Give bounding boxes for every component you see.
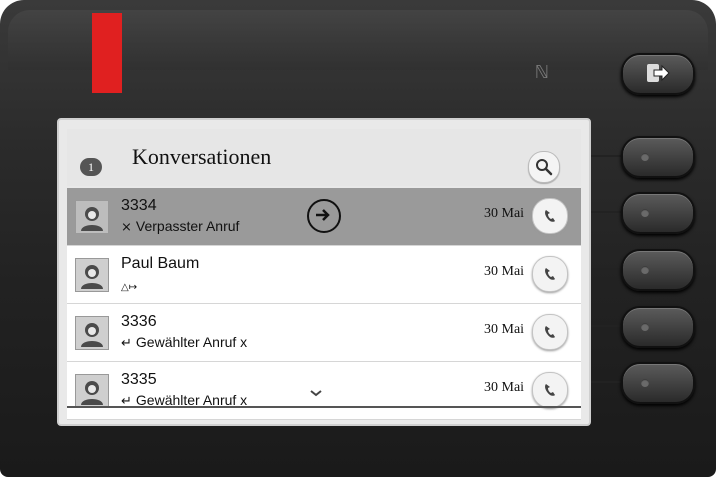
contact-name: Paul Baum	[121, 255, 200, 272]
softkey-1[interactable]	[621, 136, 695, 178]
missed-call-icon: ⨯	[121, 220, 132, 235]
exit-icon	[647, 64, 670, 82]
arrow-right-icon	[316, 209, 330, 221]
key-line	[590, 325, 623, 327]
call-button[interactable]	[532, 314, 568, 350]
page-title: Konversationen	[132, 144, 272, 169]
avatar	[75, 374, 109, 408]
call-button[interactable]	[532, 372, 568, 408]
contact-name: 3334	[121, 197, 157, 214]
date-label: 30 Mai	[484, 264, 525, 279]
call-status: ↵ Gewählter Anruf x	[121, 334, 247, 351]
conversation-list: 3334 ⨯ Verpasster Anruf 30 Mai Paul Baum…	[67, 188, 581, 420]
avatar	[75, 316, 109, 350]
header-bar: 1 Konversationen	[67, 129, 581, 186]
forwarded-icon: △↦	[121, 282, 138, 293]
list-item[interactable]: 3336 ↵ Gewählter Anruf x 30 Mai	[67, 304, 581, 362]
date-label: 30 Mai	[484, 380, 525, 395]
contact-icon	[81, 265, 103, 289]
key-dot	[641, 209, 649, 217]
contact-name: 3336	[121, 313, 157, 330]
softkey-3[interactable]	[621, 249, 695, 291]
key-line	[590, 381, 623, 383]
key-dot	[641, 379, 649, 387]
message-led	[92, 13, 122, 93]
nfc-icon: ℕ	[534, 62, 550, 83]
details-button[interactable]	[307, 199, 341, 233]
list-item[interactable]: 3335 ↵ Gewählter Anruf x 30 Mai	[67, 362, 581, 420]
date-label: 30 Mai	[484, 322, 525, 337]
display-screen: 1 Konversationen 3334 ⨯Verpasster Anruf	[57, 118, 591, 426]
softkey-2[interactable]	[621, 192, 695, 234]
phone-icon	[545, 384, 555, 396]
exit-key[interactable]	[621, 53, 695, 95]
key-line	[590, 211, 623, 213]
avatar	[75, 200, 109, 234]
call-button[interactable]	[532, 198, 568, 234]
key-line	[590, 268, 623, 270]
key-dot	[641, 323, 649, 331]
phone-icon	[545, 210, 555, 222]
contact-name: 3335	[121, 371, 157, 388]
contact-icon	[81, 207, 103, 231]
contact-icon	[81, 381, 103, 405]
phone-icon	[545, 326, 555, 338]
avatar	[75, 258, 109, 292]
call-status: △↦	[121, 277, 141, 293]
call-button[interactable]	[532, 256, 568, 292]
call-status: ⨯ Verpasster Anruf	[121, 218, 239, 235]
count-badge: 1	[80, 158, 102, 176]
phone-icon	[545, 268, 555, 280]
search-icon	[536, 159, 553, 176]
date-label: 30 Mai	[484, 206, 525, 221]
list-item[interactable]: 3334 ⨯ Verpasster Anruf 30 Mai	[67, 188, 581, 246]
contact-icon	[81, 323, 103, 347]
list-bottom-border	[67, 406, 581, 408]
key-dot	[641, 266, 649, 274]
key-dot	[641, 153, 649, 161]
list-item[interactable]: Paul Baum △↦ 30 Mai	[67, 246, 581, 304]
key-line	[590, 155, 623, 157]
softkey-4[interactable]	[621, 306, 695, 348]
call-status-label: Verpasster Anruf	[135, 218, 240, 234]
call-status-label: Gewählter Anruf x	[135, 334, 248, 350]
chevron-down-icon[interactable]	[309, 388, 323, 398]
search-button[interactable]	[528, 151, 560, 183]
softkey-5[interactable]	[621, 362, 695, 404]
dialed-call-icon: ↵	[121, 336, 132, 351]
